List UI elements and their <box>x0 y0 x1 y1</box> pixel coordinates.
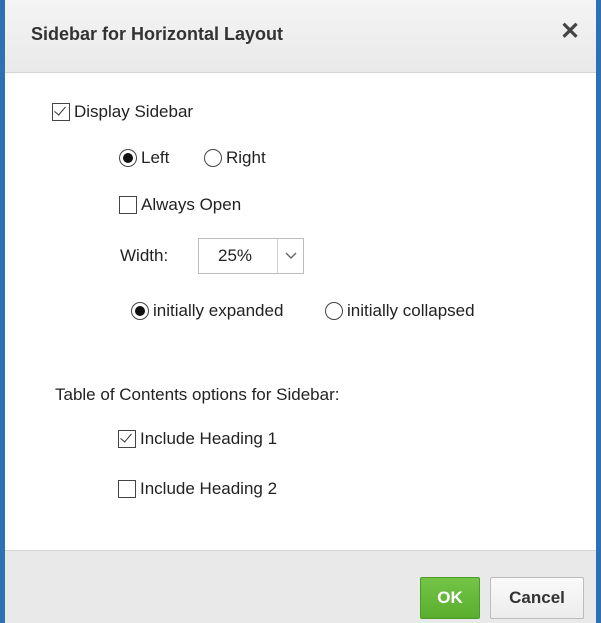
dialog-title: Sidebar for Horizontal Layout <box>31 24 284 44</box>
ok-button[interactable]: OK <box>420 577 480 619</box>
width-select-value: 25% <box>218 246 253 265</box>
display-sidebar-checkbox[interactable] <box>52 103 70 121</box>
chevron-down-icon[interactable] <box>277 239 303 273</box>
position-left-radio[interactable] <box>119 149 137 167</box>
width-select[interactable]: 25% <box>198 238 304 274</box>
position-left-option[interactable]: Left <box>119 148 169 168</box>
display-sidebar-label: Display Sidebar <box>74 102 194 121</box>
position-right-label: Right <box>226 148 266 167</box>
initially-collapsed-radio[interactable] <box>325 302 343 320</box>
initially-collapsed-label: initially collapsed <box>347 301 475 320</box>
include-heading1-label: Include Heading 1 <box>140 429 278 448</box>
sidebar-dialog: Sidebar for Horizontal Layout ✕ Display … <box>0 0 601 623</box>
initially-expanded-label: initially expanded <box>153 301 284 320</box>
include-heading1-option[interactable]: Include Heading 1 <box>118 429 277 449</box>
include-heading2-label: Include Heading 2 <box>140 479 278 498</box>
initially-collapsed-option[interactable]: initially collapsed <box>325 301 475 321</box>
always-open-checkbox[interactable] <box>119 196 137 214</box>
toc-heading: Table of Contents options for Sidebar: <box>55 385 339 405</box>
position-left-label: Left <box>141 148 170 167</box>
width-label-text: Width: <box>120 246 169 265</box>
include-heading2-option[interactable]: Include Heading 2 <box>118 479 277 499</box>
position-right-radio[interactable] <box>204 149 222 167</box>
cancel-button[interactable]: Cancel <box>490 577 584 619</box>
initially-expanded-radio[interactable] <box>131 302 149 320</box>
always-open-option[interactable]: Always Open <box>119 195 241 215</box>
display-sidebar-option[interactable]: Display Sidebar <box>52 102 193 122</box>
close-icon[interactable]: ✕ <box>556 18 584 46</box>
position-right-option[interactable]: Right <box>204 148 266 168</box>
always-open-label: Always Open <box>141 195 242 214</box>
include-heading2-checkbox[interactable] <box>118 480 136 498</box>
dialog-titlebar: Sidebar for Horizontal Layout ✕ <box>5 0 596 73</box>
include-heading1-checkbox[interactable] <box>118 430 136 448</box>
toc-heading-text: Table of Contents options for Sidebar: <box>55 385 340 404</box>
width-label: Width: <box>120 246 168 266</box>
initially-expanded-option[interactable]: initially expanded <box>131 301 283 321</box>
